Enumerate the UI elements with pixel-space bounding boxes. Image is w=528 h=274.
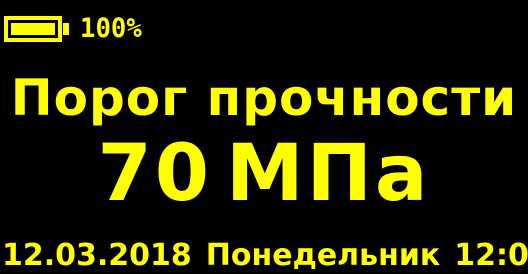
battery-body [4,16,62,42]
value-number: 70 [97,129,212,219]
battery-fill [11,23,55,35]
footer-weekday: Понедельник [205,238,441,273]
measurement-title: Порог прочности [10,69,518,127]
battery-percent: 100% [80,13,142,44]
device-screen: 100% Порог прочности 70 МПа 12.03.2018 Пон… [0,0,528,274]
footer-date: 12.03.2018 [2,238,192,273]
battery-tip [63,23,69,35]
measurement-value: 70 МПа [0,130,528,218]
status-bar: 100% [4,12,145,46]
footer-datetime: 12.03.2018 Понедельник 12:01 [2,238,528,274]
battery-full-icon [4,12,76,46]
value-unit: МПа [226,129,431,219]
footer-time: 12:01 [454,238,528,273]
